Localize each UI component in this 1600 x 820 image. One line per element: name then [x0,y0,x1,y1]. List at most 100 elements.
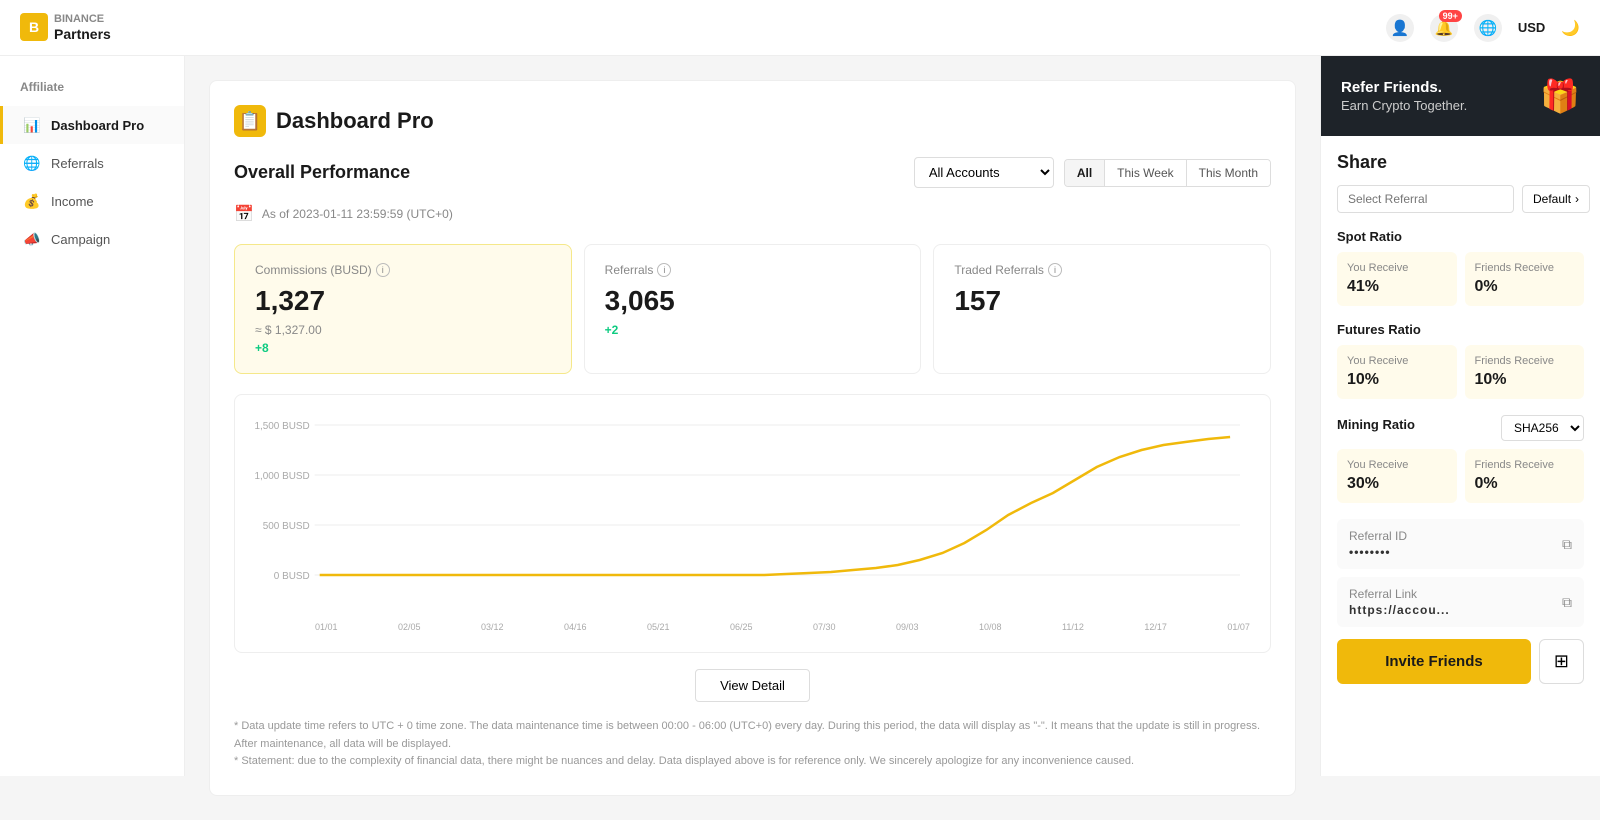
referrals-icon: 🌐 [23,154,41,172]
svg-text:1,000 BUSD: 1,000 BUSD [255,471,310,482]
commissions-info-icon[interactable]: i [376,263,390,277]
sidebar-item-income[interactable]: 💰 Income [0,182,184,220]
performance-header: Overall Performance All Accounts All Thi… [234,157,1271,188]
promo-line1: Refer Friends. [1341,79,1467,96]
futures-friends-label: Friends Receive [1475,355,1575,367]
mining-ratio-cards: You Receive 30% Friends Receive 0% [1337,449,1584,503]
stat-cards: Commissions (BUSD) i 1,327 ≈ $ 1,327.00 … [234,244,1271,374]
user-icon[interactable]: 👤 [1386,14,1414,42]
mining-ratio-section: Mining Ratio SHA256 You Receive 30% Frie… [1337,415,1584,503]
date-label: As of 2023-01-11 23:59:59 (UTC+0) [262,207,453,221]
invite-friends-button[interactable]: Invite Friends [1337,639,1531,684]
right-panel: Refer Friends. Earn Crypto Together. 🎁 S… [1320,56,1600,776]
svg-text:0 BUSD: 0 BUSD [274,571,310,582]
mining-ratio-label: Mining Ratio [1337,417,1415,432]
referrals-label: Referrals i [605,263,901,277]
sidebar-item-label: Campaign [51,232,110,247]
referral-link-value: https://accou... [1349,603,1450,617]
stat-card-commissions: Commissions (BUSD) i 1,327 ≈ $ 1,327.00 … [234,244,572,374]
mining-you-label: You Receive [1347,459,1447,471]
filter-this-week[interactable]: This Week [1105,160,1186,186]
referral-link-content: Referral Link https://accou... [1349,587,1450,617]
select-referral-input[interactable] [1337,185,1514,213]
notifications-icon[interactable]: 🔔 99+ [1430,14,1458,42]
layout: Affiliate 📊 Dashboard Pro 🌐 Referrals 💰 … [0,0,1600,820]
traded-value: 157 [954,285,1250,317]
dashboard-icon: 📊 [23,116,41,134]
stat-card-traded: Traded Referrals i 157 [933,244,1271,374]
time-filter: All This Week This Month [1064,159,1271,187]
qr-code-button[interactable]: ⊞ [1539,639,1584,684]
logo-brand: BINANCE [54,13,111,26]
promo-banner: Refer Friends. Earn Crypto Together. 🎁 [1321,56,1600,136]
sidebar-item-label: Income [51,194,94,209]
filter-all[interactable]: All [1065,160,1105,186]
dark-mode-icon[interactable]: 🌙 [1561,19,1580,37]
svg-text:1,500 BUSD: 1,500 BUSD [255,421,310,432]
footnotes: * Data update time refers to UTC + 0 tim… [234,718,1271,771]
filter-this-month[interactable]: This Month [1187,160,1270,186]
futures-ratio-label: Futures Ratio [1337,322,1584,337]
view-detail-row: View Detail [234,669,1271,702]
traded-label: Traded Referrals i [954,263,1250,277]
promo-line2: Earn Crypto Together. [1341,98,1467,113]
commissions-sub: ≈ $ 1,327.00 [255,323,551,337]
globe-icon[interactable]: 🌐 [1474,14,1502,42]
logo-icon: B [20,13,48,41]
sha-algorithm-select[interactable]: SHA256 [1501,415,1584,441]
topnav-right: 👤 🔔 99+ 🌐 USD 🌙 [1386,14,1580,42]
mining-you-value: 30% [1347,475,1447,493]
currency-selector[interactable]: USD [1518,20,1545,35]
mining-friends-label: Friends Receive [1475,459,1575,471]
footnote-2: * Statement: due to the complexity of fi… [234,753,1271,771]
futures-ratio-cards: You Receive 10% Friends Receive 10% [1337,345,1584,399]
performance-chart: 1,500 BUSD 1,000 BUSD 500 BUSD 0 BUSD [255,415,1250,615]
referral-id-value: •••••••• [1349,545,1407,559]
share-title: Share [1337,152,1584,173]
mining-friends-value: 0% [1475,475,1575,493]
dashboard-logo-icon: 📋 [234,105,266,137]
sidebar-item-campaign[interactable]: 📣 Campaign [0,220,184,258]
view-detail-button[interactable]: View Detail [695,669,810,702]
dashboard-header: 📋 Dashboard Pro [234,105,1271,137]
spot-you-card: You Receive 41% [1337,252,1457,306]
futures-you-value: 10% [1347,371,1447,389]
logo-name: Partners [54,26,111,43]
dashboard-card: 📋 Dashboard Pro Overall Performance All … [209,80,1296,796]
stat-card-referrals: Referrals i 3,065 +2 [584,244,922,374]
spot-you-value: 41% [1347,278,1447,296]
default-button[interactable]: Default › [1522,185,1590,213]
copy-referral-link-icon[interactable]: ⧉ [1562,594,1572,611]
notification-badge: 99+ [1439,10,1462,22]
promo-text: Refer Friends. Earn Crypto Together. [1341,79,1467,113]
mining-you-card: You Receive 30% [1337,449,1457,503]
performance-title: Overall Performance [234,162,410,183]
referrals-info-icon[interactable]: i [657,263,671,277]
right-panel-body: Share Default › Spot Ratio You Receive 4… [1321,136,1600,700]
chart-container: 1,500 BUSD 1,000 BUSD 500 BUSD 0 BUSD 01… [234,394,1271,653]
sidebar-item-label: Dashboard Pro [51,118,144,133]
spot-ratio-cards: You Receive 41% Friends Receive 0% [1337,252,1584,306]
mining-ratio-header: Mining Ratio SHA256 [1337,415,1584,441]
sidebar-item-dashboard-pro[interactable]: 📊 Dashboard Pro [0,106,184,144]
sidebar-section-label: Affiliate [0,76,184,106]
performance-controls: All Accounts All This Week This Month [914,157,1271,188]
referral-id-label: Referral ID [1349,529,1407,543]
top-navigation: B BINANCE Partners 👤 🔔 99+ 🌐 USD 🌙 [0,0,1600,56]
promo-illustration: 🎁 [1540,77,1580,115]
invite-row: Invite Friends ⊞ [1337,639,1584,684]
campaign-icon: 📣 [23,230,41,248]
mining-friends-card: Friends Receive 0% [1465,449,1585,503]
spot-ratio-label: Spot Ratio [1337,229,1584,244]
copy-referral-id-icon[interactable]: ⧉ [1562,536,1572,553]
referral-id-row: Referral ID •••••••• ⧉ [1337,519,1584,569]
spot-ratio-section: Spot Ratio You Receive 41% Friends Recei… [1337,229,1584,306]
futures-friends-card: Friends Receive 10% [1465,345,1585,399]
accounts-select[interactable]: All Accounts [914,157,1054,188]
logo[interactable]: B BINANCE Partners [20,13,111,43]
traded-info-icon[interactable]: i [1048,263,1062,277]
commissions-delta: +8 [255,341,551,355]
futures-you-label: You Receive [1347,355,1447,367]
sidebar-item-referrals[interactable]: 🌐 Referrals [0,144,184,182]
futures-you-card: You Receive 10% [1337,345,1457,399]
